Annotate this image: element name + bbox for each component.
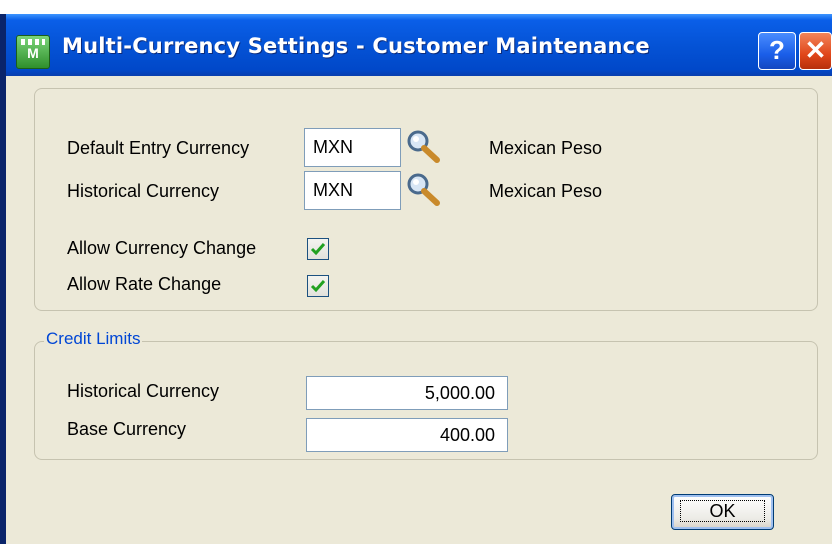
default-entry-currency-name: Mexican Peso <box>489 138 603 158</box>
historical-currency-name: Mexican Peso <box>489 181 603 201</box>
magnifier-icon[interactable] <box>404 171 444 207</box>
default-entry-currency-input[interactable]: MXN <box>304 128 401 167</box>
allow-currency-change-checkbox[interactable] <box>307 238 329 260</box>
credit-base-currency-label: Base Currency <box>67 419 187 439</box>
ok-button[interactable]: OK <box>671 494 774 530</box>
credit-limits-legend: Credit Limits <box>44 329 143 349</box>
dialog-body: Default Entry Currency MXN Mexican Peso … <box>6 76 832 544</box>
credit-base-currency-input[interactable]: 400.00 <box>306 418 508 452</box>
allow-rate-change-checkbox[interactable] <box>307 275 329 297</box>
credit-historical-currency-label: Historical Currency <box>67 381 220 401</box>
dialog-window: M Multi-Currency Settings - Customer Mai… <box>0 14 832 544</box>
checkmark-icon <box>310 243 326 256</box>
app-icon: M <box>16 35 50 69</box>
close-button[interactable]: ✕ <box>799 32 832 70</box>
help-button[interactable]: ? <box>758 32 796 70</box>
checkmark-icon <box>310 280 326 293</box>
magnifier-icon[interactable] <box>404 128 444 164</box>
window-title: Multi-Currency Settings - Customer Maint… <box>62 34 650 58</box>
allow-rate-change-label: Allow Rate Change <box>67 274 222 294</box>
historical-currency-label: Historical Currency <box>67 181 220 201</box>
ok-button-label: OK <box>680 500 765 522</box>
title-bar[interactable]: M Multi-Currency Settings - Customer Mai… <box>6 14 832 76</box>
allow-currency-change-label: Allow Currency Change <box>67 238 257 258</box>
historical-currency-input[interactable]: MXN <box>304 171 401 210</box>
credit-historical-currency-input[interactable]: 5,000.00 <box>306 376 508 410</box>
default-entry-currency-label: Default Entry Currency <box>67 138 250 158</box>
